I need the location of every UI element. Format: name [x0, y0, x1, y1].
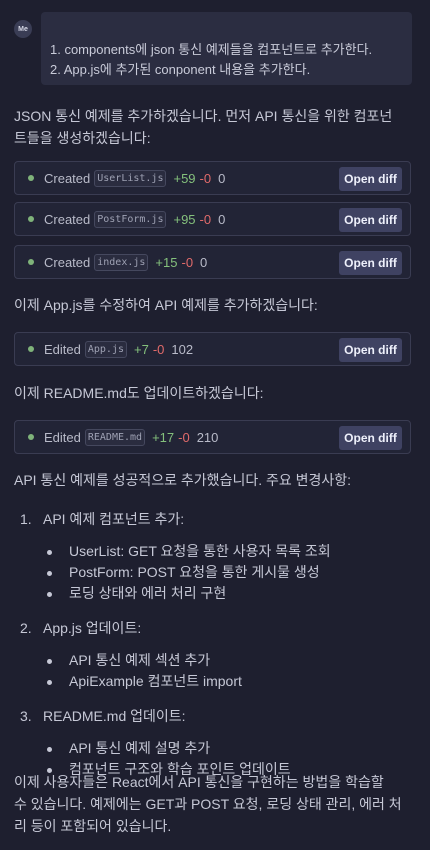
lines-added: +95 — [173, 211, 196, 227]
line-count: 0 — [218, 211, 226, 227]
open-diff-button[interactable]: Open diff — [339, 208, 402, 232]
file-change-card: Created index.js +15 -0 0 Open diff — [14, 245, 411, 279]
open-diff-button[interactable]: Open diff — [339, 338, 402, 362]
file-name[interactable]: index.js — [94, 253, 149, 271]
user-message: 1. components에 json 통신 예제들을 컴포넌트로 추가한다. … — [41, 12, 412, 85]
change-number: 3. — [20, 708, 32, 724]
app-update-text: 이제 App.js를 수정하여 API 예제를 추가하겠습니다: — [14, 297, 318, 313]
file-change-card: Created PostForm.js +95 -0 0 Open diff — [14, 202, 411, 236]
user-message-line: 1. components에 json 통신 예제들을 컴포넌트로 추가한다. — [50, 42, 373, 57]
change-item: 2. App.js 업데이트: API 통신 예제 섹션 추가 ApiExamp… — [20, 618, 410, 692]
open-diff-button[interactable]: Open diff — [339, 167, 402, 191]
file-action: Created — [44, 211, 91, 227]
lines-removed: -0 — [152, 341, 165, 357]
lines-removed: -0 — [181, 254, 194, 270]
lines-removed: -0 — [199, 170, 212, 186]
change-subitem: API 통신 예제 섹션 추가 — [20, 650, 410, 671]
intro-text: JSON 통신 예제를 추가하겠습니다. 먼저 API 통신을 위한 컴포넌 트… — [14, 105, 416, 149]
change-sublist: API 통신 예제 섹션 추가 ApiExample 컴포넌트 import — [20, 650, 410, 692]
change-title: API 예제 컴포넌트 추가: — [43, 511, 185, 527]
file-action: Created — [44, 254, 91, 270]
file-action: Edited — [44, 341, 81, 357]
user-message-line: 2. App.js에 추가된 conponent 내용을 추가한다. — [50, 62, 311, 77]
line-count: 0 — [218, 170, 226, 186]
change-subitem: PostForm: POST 요청을 통한 게시물 생성 — [20, 562, 410, 583]
closing-line: 이제 사용자들은 React에서 API 통신을 구현하는 방법을 학습할 — [14, 774, 384, 790]
summary-text: API 통신 예제를 성공적으로 추가했습니다. 주요 변경사항: — [14, 472, 352, 488]
file-change-card: Edited README.md +17 -0 210 Open diff — [14, 420, 411, 454]
change-subitem: API 통신 예제 설명 추가 — [20, 738, 410, 759]
change-item: 3. README.md 업데이트: API 통신 예제 설명 추가 컴포넌트 … — [20, 706, 410, 780]
change-title: App.js 업데이트: — [43, 620, 142, 636]
lines-added: +17 — [152, 429, 175, 445]
file-name[interactable]: PostForm.js — [94, 210, 167, 228]
lines-removed: -0 — [199, 211, 212, 227]
status-dot-icon — [28, 259, 34, 265]
lines-added: +59 — [173, 170, 196, 186]
file-change-card: Created UserList.js +59 -0 0 Open diff — [14, 161, 411, 195]
intro-line: JSON 통신 예제를 추가하겠습니다. 먼저 API 통신을 위한 컴포넌 — [14, 108, 393, 124]
status-dot-icon — [28, 216, 34, 222]
status-dot-icon — [28, 434, 34, 440]
closing-text: 이제 사용자들은 React에서 API 통신을 구현하는 방법을 학습할 수 … — [14, 771, 416, 837]
line-count: 210 — [196, 429, 219, 445]
file-name[interactable]: README.md — [84, 428, 146, 446]
status-dot-icon — [28, 346, 34, 352]
closing-line: 리 등이 포함되어 있습니다. — [14, 818, 172, 834]
change-subitem: UserList: GET 요청을 통한 사용자 목록 조회 — [20, 541, 410, 562]
change-number: 1. — [20, 511, 32, 527]
change-subitem: ApiExample 컴포넌트 import — [20, 671, 410, 692]
user-avatar: Me — [14, 20, 32, 38]
changes-list: 1. API 예제 컴포넌트 추가: UserList: GET 요청을 통한 … — [20, 509, 410, 780]
intro-line: 트들을 생성하겠습니다: — [14, 130, 151, 146]
line-count: 102 — [171, 341, 194, 357]
change-subitem: 로딩 상태와 에러 처리 구현 — [20, 583, 410, 604]
lines-added: +7 — [134, 341, 149, 357]
readme-update-text: 이제 README.md도 업데이트하겠습니다: — [14, 385, 264, 401]
open-diff-button[interactable]: Open diff — [339, 426, 402, 450]
change-item: 1. API 예제 컴포넌트 추가: UserList: GET 요청을 통한 … — [20, 509, 410, 604]
lines-removed: -0 — [178, 429, 190, 445]
file-name[interactable]: UserList.js — [94, 169, 167, 187]
file-change-card: Edited App.js +7 -0 102 Open diff — [14, 332, 411, 366]
closing-line: 수 있습니다. 예제에는 GET과 POST 요청, 로딩 상태 관리, 에러 … — [14, 796, 402, 812]
status-dot-icon — [28, 175, 34, 181]
change-number: 2. — [20, 620, 32, 636]
file-name[interactable]: App.js — [84, 340, 127, 358]
file-action: Created — [44, 170, 91, 186]
open-diff-button[interactable]: Open diff — [339, 251, 402, 275]
line-count: 0 — [200, 254, 208, 270]
change-title: README.md 업데이트: — [43, 708, 186, 724]
lines-added: +15 — [155, 254, 178, 270]
change-sublist: UserList: GET 요청을 통한 사용자 목록 조회 PostForm:… — [20, 541, 410, 604]
file-action: Edited — [44, 429, 81, 445]
